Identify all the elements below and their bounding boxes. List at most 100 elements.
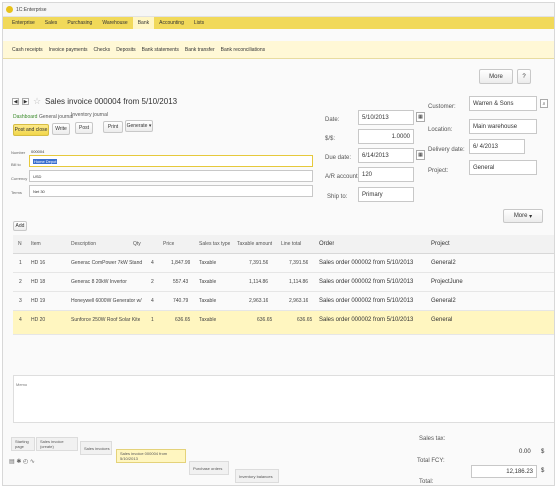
- nav-checks[interactable]: Checks: [91, 47, 114, 53]
- currency-field[interactable]: USD: [29, 170, 313, 182]
- project-field[interactable]: General: [469, 160, 537, 175]
- link-general-journal[interactable]: General journal: [39, 114, 73, 120]
- tab-label: Inventory balances: [239, 473, 273, 479]
- tab-label: Starting page: [15, 439, 29, 449]
- tab-sales-invoices[interactable]: Sales invoices: [80, 441, 112, 455]
- generate-button[interactable]: Generate ▾: [125, 120, 153, 132]
- menu-bank[interactable]: Bank: [132, 17, 155, 29]
- nav-deposits[interactable]: Deposits: [113, 47, 138, 53]
- date-field[interactable]: 5/10/2013: [358, 110, 414, 125]
- help-button[interactable]: ?: [517, 69, 531, 84]
- nav-bank-transfer[interactable]: Bank transfer: [182, 47, 218, 53]
- ship-to-label: Ship to:: [327, 194, 348, 200]
- menu-lists[interactable]: Lists: [189, 17, 209, 29]
- number-label: Number: [11, 150, 26, 155]
- link-dashboard[interactable]: Dashboard: [13, 114, 37, 120]
- cell-total: 2,963.16: [289, 298, 309, 304]
- ship-to-value: Primary: [362, 191, 383, 198]
- customer-open-icon[interactable]: ⌕: [540, 99, 548, 108]
- memo-field[interactable]: Memo: [13, 375, 554, 423]
- tab-sales-invoice-create[interactable]: Sales invoice (create): [36, 437, 78, 451]
- bank-nav: Cash receipts Invoice payments Checks De…: [3, 41, 554, 59]
- total-fcy-value: 12,186.23: [506, 468, 533, 475]
- col-n: N: [18, 241, 22, 247]
- bill-to-field[interactable]: Home Depot: [29, 155, 313, 167]
- add-line-button[interactable]: Add: [13, 221, 27, 231]
- table-row[interactable]: 1 HD 16 Generac ComPower 7kW Stand 4 1,8…: [13, 254, 554, 273]
- rate-label: $/$:: [325, 136, 336, 142]
- write-label: Write: [55, 126, 67, 132]
- location-value: Main warehouse: [473, 123, 518, 130]
- tab-purchase-orders[interactable]: Purchase orders: [189, 461, 229, 475]
- menu-enterprise[interactable]: Enterprise: [7, 17, 40, 29]
- due-date-calendar-icon[interactable]: ▦: [416, 150, 425, 160]
- window-title: 1C:Enterprise: [16, 6, 47, 13]
- tab-sales-invoice-000004[interactable]: Sales invoice 000004 from 5/10/2013: [116, 449, 186, 463]
- cell-taxable: 2,963.16: [249, 298, 269, 304]
- more-button[interactable]: More: [479, 69, 513, 84]
- menu-sales[interactable]: Sales: [40, 17, 63, 29]
- date-label: Date:: [325, 117, 340, 123]
- link-inventory-journal[interactable]: Inventory journal: [71, 112, 108, 118]
- customer-field[interactable]: Warren & Sons: [469, 96, 537, 111]
- cell-tax-type: Taxable: [199, 298, 217, 304]
- cell-total: 636.65: [297, 317, 313, 323]
- col-qty: Qty: [133, 241, 141, 247]
- ship-to-field[interactable]: Primary: [358, 187, 414, 202]
- total-fcy-field: 12,186.23: [471, 465, 537, 478]
- col-sales-tax-type: Sales tax type: [199, 241, 231, 247]
- due-date-value: 6/14/2013: [362, 152, 389, 159]
- back-icon[interactable]: ◀: [12, 98, 19, 105]
- cell-tax-type: Taxable: [199, 317, 217, 323]
- col-project: Project: [431, 241, 450, 247]
- menu-warehouse[interactable]: Warehouse: [97, 17, 132, 29]
- ar-account-label: A/R account:: [325, 174, 360, 180]
- cell-project: General2: [431, 260, 456, 266]
- tab-starting-page[interactable]: Starting page: [11, 437, 35, 451]
- nav-bank-reconciliations[interactable]: Bank reconciliations: [218, 47, 268, 53]
- location-field[interactable]: Main warehouse: [469, 119, 537, 134]
- cell-description: Sunforce 250W Roof Solar Kite: [71, 317, 141, 323]
- rate-field[interactable]: 1.0000: [358, 129, 414, 144]
- print-button[interactable]: Print: [103, 121, 123, 133]
- bill-to-value: Home Depot: [33, 158, 58, 164]
- write-button[interactable]: Write: [52, 123, 70, 135]
- tab-inventory-balances[interactable]: Inventory balances: [235, 469, 279, 483]
- section-menu: Enterprise Sales Purchasing Warehouse Ba…: [3, 17, 554, 29]
- cell-taxable: 636.65: [257, 317, 273, 323]
- terms-field[interactable]: Net 30: [29, 185, 313, 197]
- nav-bank-statements[interactable]: Bank statements: [139, 47, 182, 53]
- post-and-close-button[interactable]: Post and close: [13, 124, 49, 136]
- date-calendar-icon[interactable]: ▦: [416, 112, 425, 122]
- lines-more-button[interactable]: More ▾: [503, 209, 543, 223]
- post-button[interactable]: Post: [75, 122, 93, 134]
- ar-account-field[interactable]: 120: [358, 167, 414, 182]
- menu-purchasing[interactable]: Purchasing: [62, 17, 97, 29]
- col-taxable-amount: Taxable amount: [237, 241, 273, 247]
- cell-n: 3: [19, 298, 22, 304]
- date-value: 5/10/2013: [362, 114, 389, 121]
- star-icon[interactable]: ☆: [33, 96, 41, 107]
- customer-label: Customer:: [428, 104, 456, 110]
- cell-tax-type: Taxable: [199, 279, 217, 285]
- panel-controls-icon[interactable]: ▤ ✱ ◴ ∿: [9, 458, 35, 465]
- delivery-date-field[interactable]: 6/ 4/2013: [469, 139, 525, 154]
- menu-accounting[interactable]: Accounting: [154, 17, 189, 29]
- table-header: N Item Description Qty Price Sales tax t…: [13, 235, 554, 254]
- table-row[interactable]: 3 HD 19 Honeywell 6000W Generator w/ 4 7…: [13, 292, 554, 311]
- table-row[interactable]: 2 HD 18 Generac 8 20kW Invertor 2 557.43…: [13, 273, 554, 292]
- location-label: Location:: [428, 127, 453, 133]
- cell-price: 1,847.99: [171, 260, 191, 266]
- cell-taxable: 7,391.56: [249, 260, 269, 266]
- generate-label: Generate: [126, 123, 148, 129]
- cell-price: 557.43: [173, 279, 189, 285]
- col-description: Description: [71, 241, 97, 247]
- nav-invoice-payments[interactable]: Invoice payments: [46, 47, 91, 53]
- col-order: Order: [319, 241, 335, 247]
- nav-cash-receipts[interactable]: Cash receipts: [9, 47, 46, 53]
- forward-icon[interactable]: ▶: [22, 98, 29, 105]
- cell-project: General: [431, 317, 453, 323]
- due-date-field[interactable]: 6/14/2013: [358, 148, 414, 163]
- cell-item: HD 18: [31, 279, 46, 285]
- table-row-selected[interactable]: 4 HD 20 Sunforce 250W Roof Solar Kite 1 …: [13, 311, 554, 335]
